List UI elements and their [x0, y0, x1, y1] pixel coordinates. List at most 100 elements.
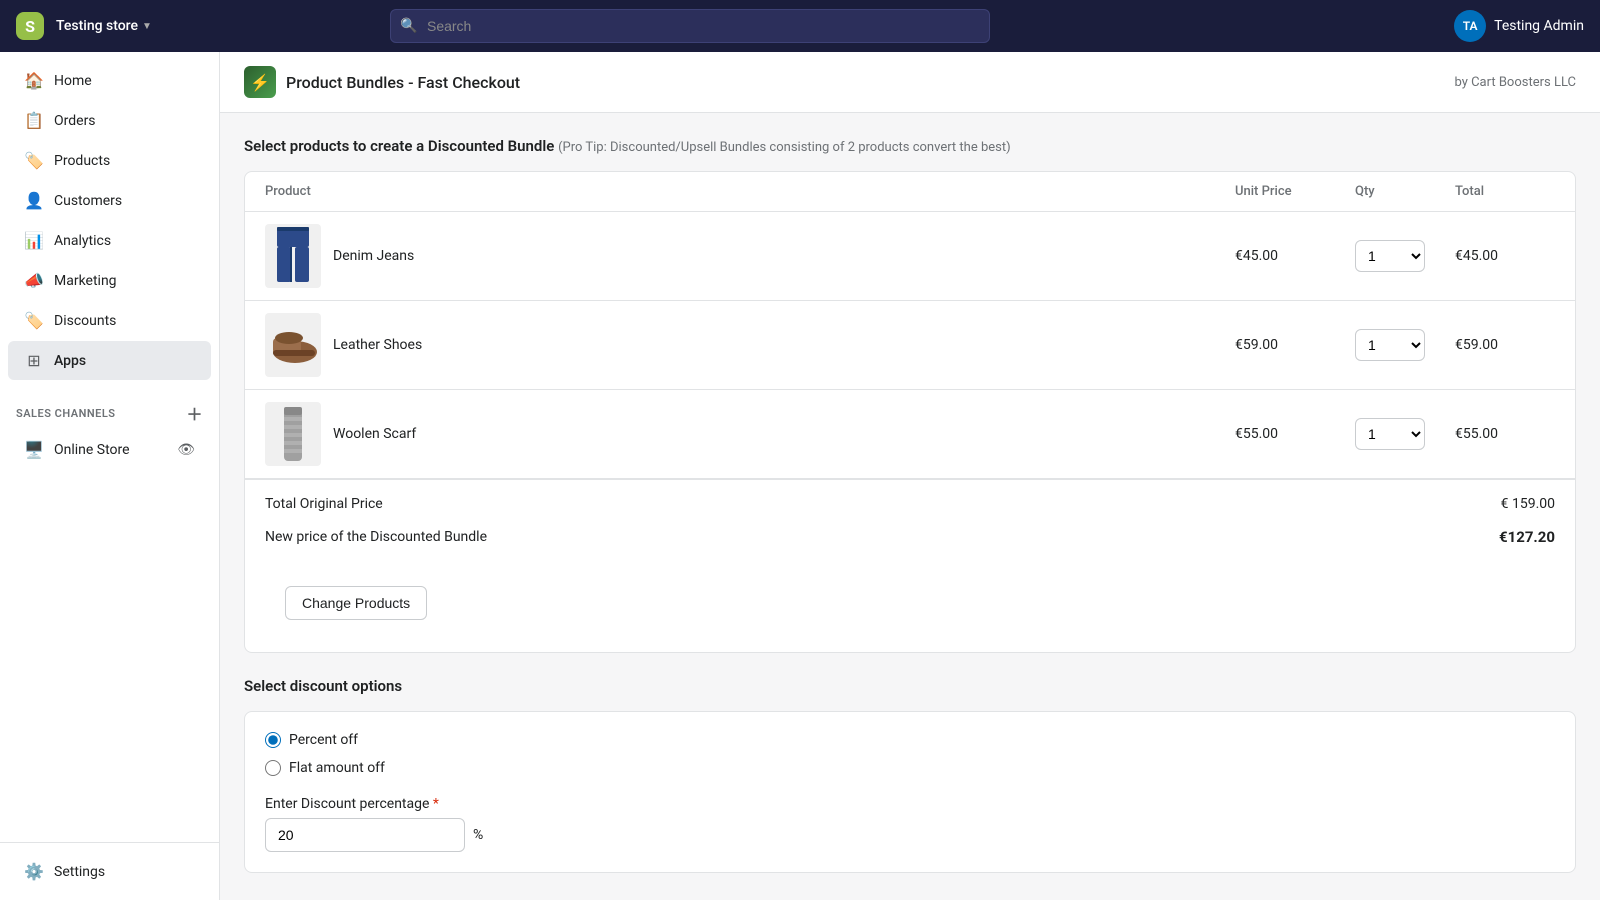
- sidebar-item-label: Apps: [54, 353, 86, 369]
- sidebar-item-home[interactable]: 🏠 Home: [8, 61, 211, 100]
- qty-cell: 12345: [1355, 240, 1455, 272]
- unit-price: €45.00: [1235, 248, 1355, 264]
- total-original-label: Total Original Price: [265, 496, 383, 512]
- search-bar: 🔍: [390, 9, 990, 43]
- table-row: Woolen Scarf €55.00 12345 €55.00: [245, 390, 1575, 479]
- discount-percentage-input[interactable]: [265, 818, 465, 852]
- home-icon: 🏠: [24, 71, 44, 90]
- app-icon: ⚡: [244, 66, 276, 98]
- sidebar: 🏠 Home 📋 Orders 🏷️ Products 👤 Customers …: [0, 52, 220, 900]
- total-price: €45.00: [1455, 248, 1555, 264]
- qty-select-denim[interactable]: 12345: [1355, 240, 1425, 272]
- sidebar-item-settings[interactable]: ⚙️ Settings: [8, 852, 211, 891]
- app-by: by Cart Boosters LLC: [1454, 75, 1576, 90]
- discount-input-group: %: [265, 818, 1555, 852]
- product-cell: Denim Jeans: [265, 224, 1235, 288]
- app-header-left: ⚡ Product Bundles - Fast Checkout: [244, 66, 520, 98]
- new-price-label: New price of the Discounted Bundle: [265, 529, 487, 545]
- total-price: €55.00: [1455, 426, 1555, 442]
- app-header: ⚡ Product Bundles - Fast Checkout by Car…: [220, 52, 1600, 113]
- sidebar-item-label: Marketing: [54, 273, 117, 289]
- radio-percent-label: Percent off: [289, 732, 358, 748]
- store-name-button[interactable]: Testing store ▼: [56, 18, 152, 34]
- sidebar-item-label: Discounts: [54, 313, 116, 329]
- discount-suffix: %: [473, 827, 483, 843]
- store-logo: S: [16, 12, 44, 40]
- discount-radio-group: Percent off Flat amount off: [265, 732, 1555, 776]
- sidebar-item-discounts[interactable]: 🏷️ Discounts: [8, 301, 211, 340]
- change-products-button[interactable]: Change Products: [285, 586, 427, 620]
- search-input[interactable]: [390, 9, 990, 43]
- qty-select-scarf[interactable]: 12345: [1355, 418, 1425, 450]
- product-image-leather-shoes: [265, 313, 321, 377]
- qty-select-shoes[interactable]: 12345: [1355, 329, 1425, 361]
- main-layout: 🏠 Home 📋 Orders 🏷️ Products 👤 Customers …: [0, 52, 1600, 900]
- admin-name: Testing Admin: [1494, 18, 1584, 34]
- product-cell: Leather Shoes: [265, 313, 1235, 377]
- avatar: TA: [1454, 10, 1486, 42]
- discounts-icon: 🏷️: [24, 311, 44, 330]
- change-products-section: Change Products: [245, 562, 1575, 652]
- product-cell: Woolen Scarf: [265, 402, 1235, 466]
- main-content: ⚡ Product Bundles - Fast Checkout by Car…: [220, 52, 1600, 900]
- discount-card-inner: Percent off Flat amount off Enter Discou…: [245, 712, 1575, 872]
- product-image-denim-jeans: [265, 224, 321, 288]
- eye-icon[interactable]: 👁: [177, 442, 195, 458]
- total-original-row: Total Original Price € 159.00: [245, 488, 1575, 520]
- sidebar-item-label: Home: [54, 73, 92, 89]
- col-product: Product: [265, 184, 1235, 199]
- discount-section: Select discount options Percent off Flat…: [244, 677, 1576, 873]
- unit-price: €59.00: [1235, 337, 1355, 353]
- search-icon: 🔍: [400, 18, 417, 34]
- nav-right: TA Testing Admin: [1454, 10, 1584, 42]
- marketing-icon: 📣: [24, 271, 44, 290]
- sidebar-item-products[interactable]: 🏷️ Products: [8, 141, 211, 180]
- total-original-value: € 159.00: [1501, 496, 1555, 512]
- table-row: Denim Jeans €45.00 12345 €45.00: [245, 212, 1575, 301]
- bundle-pro-tip: (Pro Tip: Discounted/Upsell Bundles cons…: [558, 140, 1011, 155]
- radio-flat-amount-off[interactable]: [265, 760, 281, 776]
- sales-channels-section: SALES CHANNELS ＋ 🖥️ Online Store 👁: [0, 389, 219, 470]
- product-name: Denim Jeans: [333, 248, 414, 264]
- discount-section-title: Select discount options: [244, 677, 1576, 695]
- add-sales-channel-button[interactable]: ＋: [186, 401, 203, 425]
- sidebar-item-label: Settings: [54, 864, 105, 880]
- products-icon: 🏷️: [24, 151, 44, 170]
- product-name: Woolen Scarf: [333, 426, 416, 442]
- discount-card: Percent off Flat amount off Enter Discou…: [244, 711, 1576, 873]
- sidebar-item-customers[interactable]: 👤 Customers: [8, 181, 211, 220]
- new-price-value: €127.20: [1499, 528, 1555, 546]
- required-indicator: *: [433, 796, 439, 812]
- chevron-down-icon: ▼: [142, 21, 152, 32]
- sidebar-item-label: Products: [54, 153, 110, 169]
- sidebar-item-label: Customers: [54, 193, 122, 209]
- sidebar-item-online-store[interactable]: 🖥️ Online Store 👁: [8, 430, 211, 469]
- radio-option-percent[interactable]: Percent off: [265, 732, 1555, 748]
- customers-icon: 👤: [24, 191, 44, 210]
- bundle-section-title: Select products to create a Discounted B…: [244, 137, 1576, 155]
- new-price-row: New price of the Discounted Bundle €127.…: [245, 520, 1575, 554]
- radio-option-flat[interactable]: Flat amount off: [265, 760, 1555, 776]
- sidebar-item-label: Analytics: [54, 233, 111, 249]
- products-card: Product Unit Price Qty Total: [244, 171, 1576, 653]
- top-navigation: S Testing store ▼ 🔍 TA Testing Admin: [0, 0, 1600, 52]
- apps-icon: ⊞: [24, 351, 44, 370]
- radio-flat-label: Flat amount off: [289, 760, 385, 776]
- sidebar-item-analytics[interactable]: 📊 Analytics: [8, 221, 211, 260]
- app-title: Product Bundles - Fast Checkout: [286, 73, 520, 92]
- table-header: Product Unit Price Qty Total: [245, 172, 1575, 212]
- col-unit-price: Unit Price: [1235, 184, 1355, 199]
- online-store-icon: 🖥️: [24, 440, 44, 459]
- settings-icon: ⚙️: [24, 862, 44, 881]
- summary-section: Total Original Price € 159.00 New price …: [245, 479, 1575, 562]
- sidebar-item-marketing[interactable]: 📣 Marketing: [8, 261, 211, 300]
- product-image-woolen-scarf: [265, 402, 321, 466]
- radio-percent-off[interactable]: [265, 732, 281, 748]
- qty-cell: 12345: [1355, 418, 1455, 450]
- table-row: Leather Shoes €59.00 12345 €59.00: [245, 301, 1575, 390]
- sidebar-item-apps[interactable]: ⊞ Apps: [8, 341, 211, 380]
- product-name: Leather Shoes: [333, 337, 422, 353]
- sidebar-item-label: Orders: [54, 113, 96, 129]
- bundle-section: Select products to create a Discounted B…: [244, 137, 1576, 653]
- sidebar-item-orders[interactable]: 📋 Orders: [8, 101, 211, 140]
